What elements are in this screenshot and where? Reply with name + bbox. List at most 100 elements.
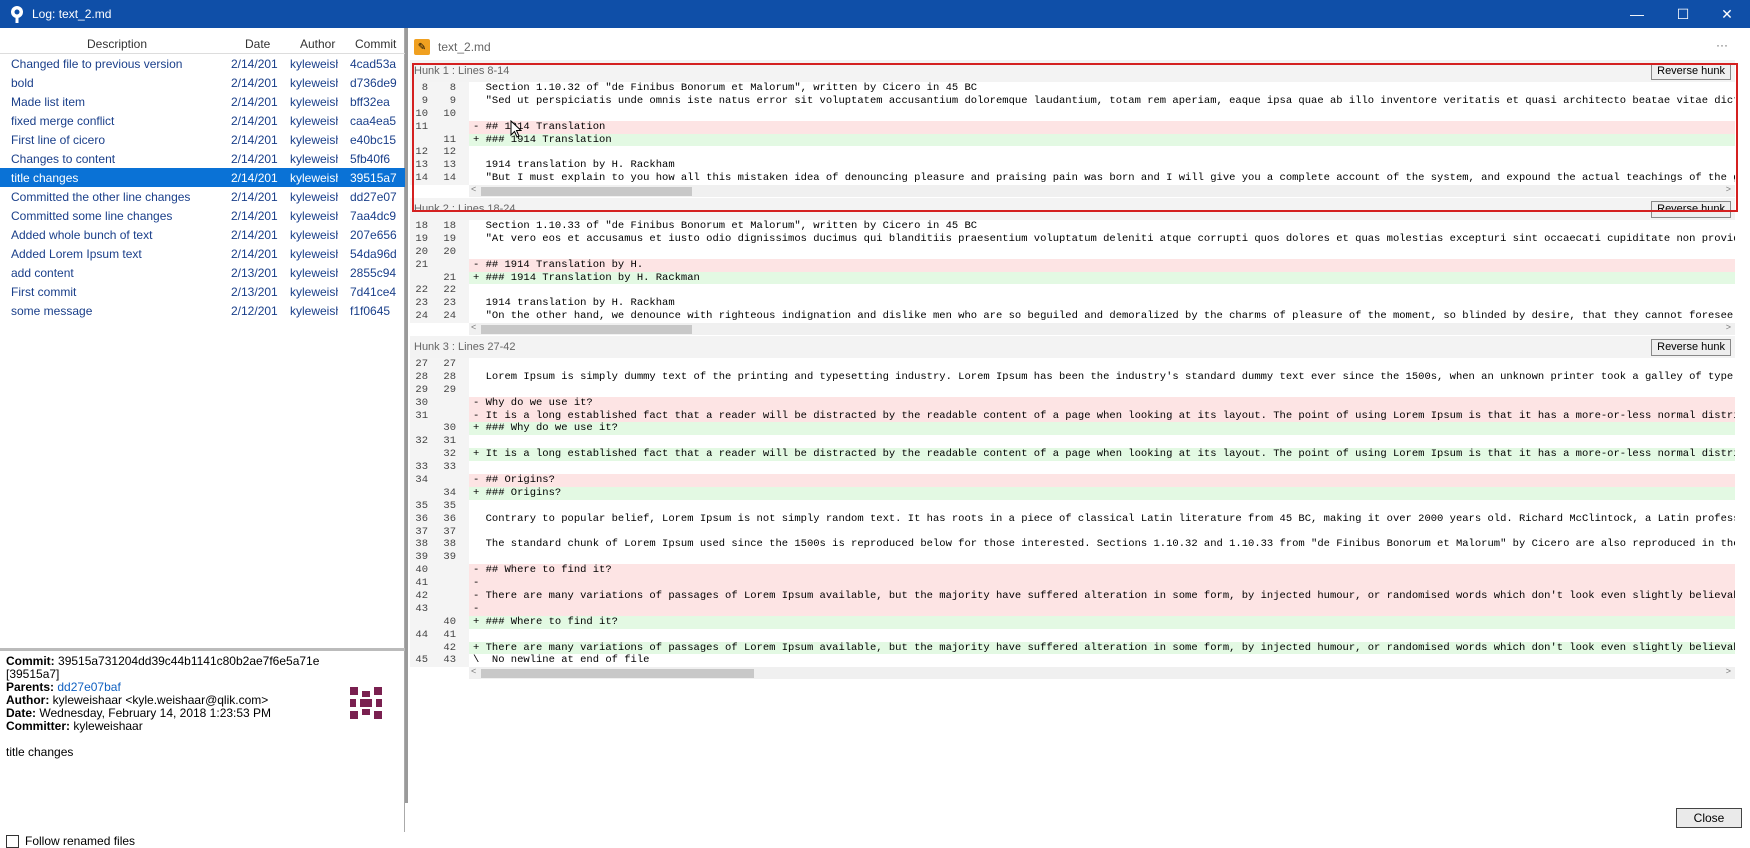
table-row[interactable]: Made list item 2/14/2018 kyleweishaar bff32… (0, 92, 405, 111)
minimize-button[interactable]: — (1614, 0, 1660, 28)
old-line-number: 20 (415, 245, 428, 258)
details-splitter[interactable] (0, 648, 405, 651)
committer-label: Committer: (6, 719, 71, 733)
line-text: The standard chunk of Lorem Ipsum used s… (473, 538, 1735, 551)
row-author: kyleweishaar (290, 171, 338, 185)
details-scrollbar[interactable] (390, 678, 404, 828)
table-row[interactable]: fixed merge conflict 2/14/2018 kyleweishaa… (0, 111, 405, 130)
line-text: + ### 1914 Translation by H. Rackman (473, 271, 700, 284)
left-panel: Description Date Author Commit Changed f… (0, 28, 405, 848)
horizontal-scrollbar[interactable]: < > (469, 322, 1735, 336)
row-author: kyleweishaar (290, 209, 338, 223)
line-text: + There are many variations of passages … (473, 641, 1735, 654)
table-row[interactable]: Added whole bunch of text 2/14/2018 kylewe… (0, 225, 405, 244)
committer-value: kyleweishaar (73, 719, 143, 733)
follow-renamed-option[interactable]: Follow renamed files (6, 834, 135, 848)
old-line-number: 13 (415, 159, 428, 172)
column-author[interactable]: Author (300, 37, 335, 51)
scroll-left-icon[interactable]: < (471, 666, 476, 676)
file-tab[interactable]: ✎ text_2.md (408, 36, 491, 58)
scroll-right-icon[interactable]: > (1726, 322, 1731, 332)
table-row[interactable]: Committed the other line changes 2/14/201… (0, 187, 405, 206)
scroll-right-icon[interactable]: > (1726, 666, 1731, 676)
more-options-icon[interactable]: ··· (1716, 38, 1728, 52)
line-gutter: 42 (410, 641, 469, 655)
diff-code[interactable]: 27 27 28 28 Lorem Ipsum is simply dummy tex… (410, 358, 1735, 668)
date-value: Wednesday, February 14, 2018 1:23:53 PM (39, 706, 272, 720)
old-line-number: 23 (415, 297, 428, 310)
table-row[interactable]: bold 2/14/2018 kyleweishaar d736de9 (0, 73, 405, 92)
avatar (346, 683, 386, 723)
column-date[interactable]: Date (245, 37, 270, 51)
row-commit: 54da96d (350, 247, 397, 261)
removed-line: 41 - (410, 577, 1735, 591)
context-line: 35 35 (410, 499, 1735, 513)
close-button[interactable]: Close (1676, 808, 1742, 828)
table-row[interactable]: First commit 2/13/2018 kyleweishaar 7d41ce4 (0, 282, 405, 301)
line-text: + ### Where to find it? (473, 615, 618, 628)
horizontal-scrollbar[interactable]: < > (469, 666, 1735, 680)
table-row[interactable]: First line of cicero 2/14/2018 kyleweishaa… (0, 130, 405, 149)
table-row[interactable]: Committed some line changes 2/14/2018 kyle… (0, 206, 405, 225)
row-author: kyleweishaar (290, 95, 338, 109)
row-date: 2/14/2018 (231, 171, 278, 185)
scroll-right-icon[interactable]: > (1726, 184, 1731, 194)
parent-link[interactable]: dd27e07baf (57, 680, 120, 694)
horizontal-scrollbar[interactable]: < > (469, 184, 1735, 198)
removed-line: 31 - It is a long established fact that a… (410, 409, 1735, 423)
reverse-hunk-button[interactable]: Reverse hunk (1651, 339, 1731, 356)
scroll-thumb[interactable] (481, 187, 692, 197)
row-date: 2/14/2018 (231, 57, 278, 71)
new-line-number: 40 (443, 615, 456, 628)
column-description[interactable]: Description (87, 37, 147, 51)
removed-line: 40 - ## Where to find it? (410, 564, 1735, 578)
column-commit[interactable]: Commit (355, 37, 396, 51)
row-commit: 39515a7 (350, 171, 397, 185)
reverse-hunk-button[interactable]: Reverse hunk (1651, 201, 1731, 218)
diff-hunk: Hunk 2 : Lines 18-24 Reverse hunk 18 18 Sec… (410, 198, 1735, 336)
new-line-number: 30 (443, 422, 456, 435)
new-line-number: 35 (443, 499, 456, 512)
new-line-number: 29 (443, 383, 456, 396)
new-line-number: 12 (443, 146, 456, 159)
old-line-number: 10 (415, 107, 428, 120)
scroll-thumb[interactable] (481, 325, 692, 335)
table-row[interactable]: Changed file to previous version 2/14/201… (0, 54, 405, 73)
scroll-left-icon[interactable]: < (471, 322, 476, 332)
added-line: 21 + ### 1914 Translation by H. Rackman (410, 271, 1735, 285)
line-gutter: 39 39 (410, 551, 469, 565)
line-text: 1914 translation by H. Rackham (473, 297, 675, 310)
added-line: 40 + ### Where to find it? (410, 615, 1735, 629)
hunk-header: Hunk 2 : Lines 18-24 Reverse hunk (410, 198, 1735, 220)
line-text: 1914 translation by H. Rackham (473, 159, 675, 172)
scroll-left-icon[interactable]: < (471, 184, 476, 194)
old-line-number: 29 (415, 383, 428, 396)
line-text: + ### Origins? (473, 486, 562, 499)
reverse-hunk-button[interactable]: Reverse hunk (1651, 63, 1731, 80)
row-date: 2/14/2018 (231, 76, 278, 90)
commit-details: Commit: 39515a731204dd39c44b1141c80b2ae7… (6, 655, 391, 759)
table-row[interactable]: Changes to content 2/14/2018 kyleweishaar 5… (0, 149, 405, 168)
context-line: 14 14 "But I must explain to you how all … (410, 172, 1735, 186)
table-row[interactable]: title changes 2/14/2018 kyleweishaar 39515a… (0, 168, 405, 187)
row-date: 2/14/2018 (231, 95, 278, 109)
table-row[interactable]: some message 2/12/2018 kyleweishaar f1f0645 (0, 301, 405, 320)
follow-renamed-checkbox[interactable] (6, 834, 19, 848)
table-row[interactable]: add content 2/13/2018 kyleweishaar 2855c94 (0, 263, 405, 282)
diff-code[interactable]: 88 Section 1.10.32 of "de Finibus Bonoru… (410, 82, 1735, 186)
row-description: bold (11, 76, 34, 90)
new-line-number: 31 (443, 435, 456, 448)
row-description: Changed file to previous version (11, 57, 183, 71)
diff-code[interactable]: 18 18 Section 1.10.33 of "de Finibus Bono… (410, 220, 1735, 324)
line-gutter: 19 19 (410, 232, 469, 246)
new-line-number: 38 (443, 538, 456, 551)
scroll-thumb[interactable] (481, 669, 754, 679)
new-line-number: 8 (449, 82, 456, 94)
row-description: Made list item (11, 95, 86, 109)
maximize-button[interactable]: ☐ (1660, 0, 1706, 28)
row-date: 2/14/2018 (231, 209, 278, 223)
table-row[interactable]: Added Lorem Ipsum text 2/14/2018 kyleweish… (0, 244, 405, 263)
date-label: Date: (6, 706, 37, 720)
line-gutter: 22 22 (410, 284, 469, 298)
close-window-button[interactable]: ✕ (1704, 0, 1750, 28)
